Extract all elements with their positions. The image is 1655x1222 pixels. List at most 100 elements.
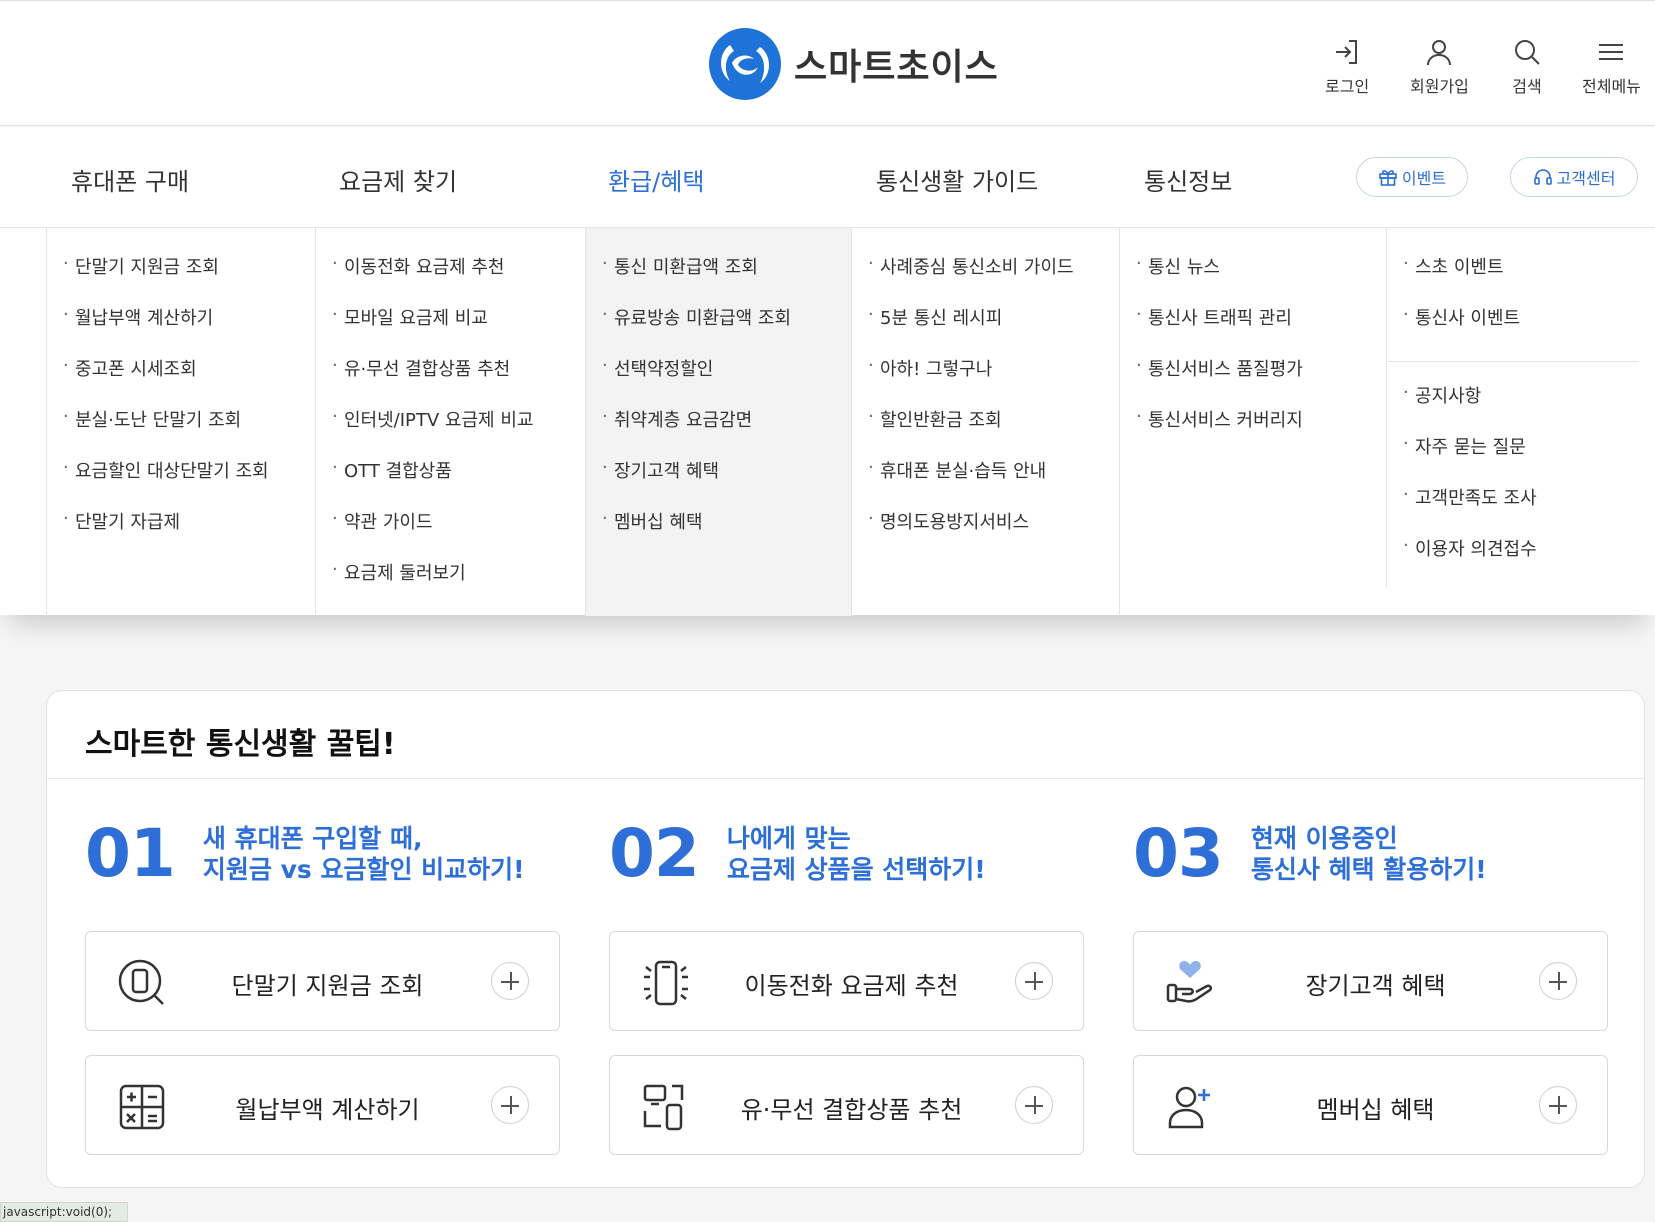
menu-item[interactable]: 장기고객 혜택 [586, 457, 851, 508]
card-label: 멤버십 혜택 [1316, 1096, 1435, 1124]
site-header: 스마트초이스 로그인 회원가입 검색 전체메뉴 [0, 0, 1655, 126]
menu-item[interactable]: 멤버십 혜택 [586, 508, 851, 559]
menu-item[interactable]: 월납부액 계산하기 [47, 304, 315, 355]
menu-item[interactable]: 단말기 자급제 [47, 508, 315, 559]
plus-icon[interactable] [491, 962, 529, 1000]
search-icon [1515, 40, 1540, 65]
plus-icon[interactable] [1539, 962, 1577, 1000]
menu-item[interactable]: OTT 결합상품 [316, 457, 585, 508]
menu-item[interactable]: 통신 뉴스 [1120, 253, 1386, 304]
menu-item[interactable]: 사례중심 통신소비 가이드 [852, 253, 1119, 304]
gift-icon [1379, 170, 1397, 186]
search-label: 검색 [1512, 77, 1542, 96]
all-menu-button[interactable]: 전체메뉴 [1582, 37, 1641, 97]
menu-item[interactable]: 모바일 요금제 비교 [316, 304, 585, 355]
main-nav: 휴대폰 구매 요금제 찾기 환급/혜택 통신생활 가이드 통신정보 이벤트 고객… [0, 127, 1655, 227]
customer-center-button[interactable]: 고객센터 [1510, 157, 1638, 197]
menu-item[interactable]: 분실·도난 단말기 조회 [47, 406, 315, 457]
card-mobile-plan[interactable]: 이동전화 요금제 추천 [609, 931, 1084, 1031]
card-label: 장기고객 혜택 [1305, 972, 1446, 1000]
menu-item[interactable]: 통신 미환급액 조회 [586, 253, 851, 304]
tip-description: 나에게 맞는 요금제 상품을 선택하기! [727, 823, 986, 885]
card-monthly-payment[interactable]: 월납부액 계산하기 [85, 1055, 560, 1155]
menu-item[interactable]: 선택약정할인 [586, 355, 851, 406]
tip-line: 지원금 vs 요금할인 비교하기! [202, 855, 525, 884]
search-button[interactable]: 검색 [1512, 37, 1542, 97]
menu-column-support: 스초 이벤트통신사 이벤트 공지사항자주 묻는 질문고객만족도 조사이용자 의견… [1386, 228, 1655, 588]
login-label: 로그인 [1325, 77, 1370, 96]
login-icon [1336, 40, 1358, 64]
menu-item[interactable]: 인터넷/IPTV 요금제 비교 [316, 406, 585, 457]
card-membership-benefit[interactable]: 멤버십 혜택 [1133, 1055, 1608, 1155]
menu-item[interactable]: 5분 통신 레시피 [852, 304, 1119, 355]
user-plus-icon [1168, 1086, 1210, 1129]
logo-mark-icon [709, 28, 781, 100]
plus-icon[interactable] [1015, 962, 1053, 1000]
menu-icon [1599, 44, 1624, 60]
menu-column-refund: 통신 미환급액 조회유료방송 미환급액 조회선택약정할인취약계층 요금감면장기고… [585, 228, 851, 616]
heart-hand-icon [1166, 961, 1213, 1003]
menu-item[interactable]: 요금제 둘러보기 [316, 559, 585, 610]
menu-item[interactable]: 아하! 그렇구나 [852, 355, 1119, 406]
menu-column-guide: 사례중심 통신소비 가이드5분 통신 레시피아하! 그렇구나할인반환금 조회휴대… [851, 228, 1119, 616]
tip-heading-03: 03 현재 이용중인 통신사 혜택 활용하기! [1133, 821, 1487, 887]
site-logo[interactable]: 스마트초이스 [708, 27, 999, 101]
tip-description: 새 휴대폰 구입할 때, 지원금 vs 요금할인 비교하기! [203, 823, 525, 885]
card-label: 유·무선 결합상품 추천 [740, 1096, 963, 1124]
card-bundle-products[interactable]: 유·무선 결합상품 추천 [609, 1055, 1084, 1155]
nav-telecom-info[interactable]: 통신정보 [1144, 162, 1232, 197]
menu-item[interactable]: 명의도용방지서비스 [852, 508, 1119, 559]
event-button-label: 이벤트 [1401, 169, 1447, 188]
menu-item[interactable]: 통신서비스 품질평가 [1120, 355, 1386, 406]
nav-life-guide[interactable]: 통신생활 가이드 [876, 162, 1038, 197]
plus-icon[interactable] [491, 1086, 529, 1124]
menu-item[interactable]: 중고폰 시세조회 [47, 355, 315, 406]
tip-heading-02: 02 나에게 맞는 요금제 상품을 선택하기! [609, 821, 986, 887]
tip-description: 현재 이용중인 통신사 혜택 활용하기! [1251, 823, 1487, 885]
logo-text: 스마트초이스 [794, 47, 999, 88]
menu-item[interactable]: 통신사 트래픽 관리 [1120, 304, 1386, 355]
nav-refund-benefits[interactable]: 환급/혜택 [608, 162, 704, 197]
menu-item[interactable]: 통신사 이벤트 [1387, 304, 1639, 355]
menu-item[interactable]: 자주 묻는 질문 [1387, 433, 1655, 484]
menu-item[interactable]: 이동전화 요금제 추천 [316, 253, 585, 304]
menu-item[interactable]: 단말기 지원금 조회 [47, 253, 315, 304]
nav-phone-purchase[interactable]: 휴대폰 구매 [71, 162, 189, 197]
menu-column-info: 통신 뉴스통신사 트래픽 관리통신서비스 품질평가통신서비스 커버리지 [1119, 228, 1386, 616]
menu-item[interactable]: 요금할인 대상단말기 조회 [47, 457, 315, 508]
menu-item[interactable]: 고객만족도 조사 [1387, 484, 1655, 535]
menu-item[interactable]: 취약계층 요금감면 [586, 406, 851, 457]
mega-menu: 단말기 지원금 조회월납부액 계산하기중고폰 시세조회분실·도난 단말기 조회요… [0, 227, 1655, 616]
plus-icon[interactable] [1539, 1086, 1577, 1124]
plus-icon[interactable] [1015, 1086, 1053, 1124]
tip-number: 03 [1133, 815, 1224, 892]
card-device-subsidy[interactable]: 단말기 지원금 조회 [85, 931, 560, 1031]
tip-number: 02 [609, 815, 700, 892]
all-menu-label: 전체메뉴 [1582, 77, 1641, 96]
nav-find-plan[interactable]: 요금제 찾기 [339, 162, 457, 197]
menu-item[interactable]: 공지사항 [1387, 382, 1655, 433]
card-long-term-benefit[interactable]: 장기고객 혜택 [1133, 931, 1608, 1031]
menu-item[interactable]: 휴대폰 분실·습득 안내 [852, 457, 1119, 508]
menu-item[interactable]: 이용자 의견접수 [1387, 535, 1655, 586]
tip-line: 현재 이용중인 [1250, 824, 1398, 853]
divider [47, 778, 1644, 779]
menu-item[interactable]: 스초 이벤트 [1387, 253, 1639, 304]
signup-button[interactable]: 회원가입 [1410, 37, 1469, 97]
card-label: 월납부액 계산하기 [235, 1096, 420, 1124]
menu-item[interactable]: 약관 가이드 [316, 508, 585, 559]
menu-column-phone: 단말기 지원금 조회월납부액 계산하기중고폰 시세조회분실·도난 단말기 조회요… [46, 228, 315, 616]
customer-center-label: 고객센터 [1556, 169, 1616, 188]
menu-item[interactable]: 통신서비스 커버리지 [1120, 406, 1386, 457]
menu-item[interactable]: 할인반환금 조회 [852, 406, 1119, 457]
menu-item[interactable]: 유료방송 미환급액 조회 [586, 304, 851, 355]
headset-icon [1533, 169, 1552, 185]
calculator-icon [119, 1084, 165, 1130]
tip-heading-01: 01 새 휴대폰 구입할 때, 지원금 vs 요금할인 비교하기! [85, 821, 525, 887]
tip-line: 통신사 혜택 활용하기! [1250, 855, 1487, 884]
menu-item[interactable]: 유·무선 결합상품 추천 [316, 355, 585, 406]
login-button[interactable]: 로그인 [1325, 37, 1369, 97]
browser-status-bar: javascript:void(0); [0, 1202, 128, 1222]
card-label: 단말기 지원금 조회 [231, 972, 424, 1000]
event-button[interactable]: 이벤트 [1356, 157, 1468, 197]
